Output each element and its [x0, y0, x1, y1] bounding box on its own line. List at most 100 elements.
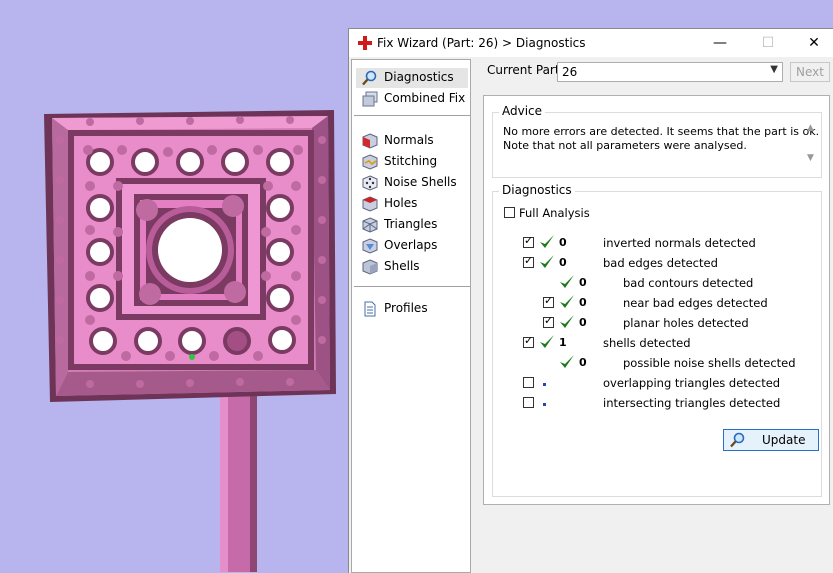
nav-label: Triangles — [384, 217, 438, 231]
3d-viewport[interactable] — [0, 0, 350, 572]
green-check-icon — [540, 235, 554, 248]
next-button: Next — [790, 62, 830, 82]
nav-item-stitching[interactable]: Stitching — [356, 152, 468, 172]
advice-line-1: No more errors are detected. It seems th… — [503, 125, 820, 138]
diag-checkbox[interactable] — [523, 397, 534, 408]
title-bar[interactable]: Fix Wizard (Part: 26) > Diagnostics — ☐ … — [349, 29, 833, 57]
green-check-icon — [560, 355, 574, 368]
dialog-client: Diagnostics Combined Fix Normals Stitchi… — [349, 57, 833, 573]
nav-label: Noise Shells — [384, 175, 457, 189]
diag-count: 0 — [579, 356, 587, 369]
nav-item-normals[interactable]: Normals — [356, 131, 468, 151]
hole-cube-icon — [362, 196, 378, 212]
diag-label: bad edges detected — [603, 256, 718, 270]
red-cross-icon — [358, 36, 372, 50]
nav-separator — [354, 115, 470, 116]
cube-normals-icon — [362, 133, 378, 149]
nav-label: Shells — [384, 259, 420, 273]
diag-label: possible noise shells detected — [623, 356, 796, 370]
current-part-label: Current Part: — [487, 63, 564, 77]
magnifier-icon — [730, 432, 745, 448]
nav-item-noise-shells[interactable]: Noise Shells — [356, 173, 468, 193]
window-title: Fix Wizard (Part: 26) > Diagnostics — [377, 36, 586, 50]
stack-icon — [362, 91, 378, 107]
diag-checkbox[interactable]: ✓ — [523, 254, 534, 268]
pending-dot-icon — [543, 383, 546, 386]
diag-count: 0 — [579, 316, 587, 329]
diag-checkbox[interactable]: ✓ — [523, 234, 534, 248]
full-analysis-checkbox[interactable] — [504, 207, 515, 218]
diag-label: shells detected — [603, 336, 691, 350]
green-check-icon — [560, 295, 574, 308]
stitching-icon — [362, 154, 378, 170]
green-check-icon — [560, 275, 574, 288]
green-check-icon — [540, 335, 554, 348]
advice-title: Advice — [499, 104, 546, 118]
diag-count: 0 — [559, 256, 567, 269]
nav-item-diagnostics[interactable]: Diagnostics — [356, 68, 468, 88]
diag-label: near bad edges detected — [623, 296, 768, 310]
diag-label: intersecting triangles detected — [603, 396, 781, 410]
current-part-value: 26 — [562, 65, 578, 79]
diag-label: bad contours detected — [623, 276, 754, 290]
diag-checkbox[interactable]: ✓ — [543, 294, 554, 308]
green-check-icon — [540, 255, 554, 268]
dice-icon — [362, 175, 378, 191]
nav-panel: Diagnostics Combined Fix Normals Stitchi… — [351, 59, 471, 573]
diag-count: 0 — [579, 276, 587, 289]
diag-label: overlapping triangles detected — [603, 376, 781, 390]
nav-label: Combined Fix — [384, 91, 466, 105]
diag-checkbox[interactable]: ✓ — [523, 334, 534, 348]
check-icon: ✓ — [524, 334, 534, 347]
nav-label: Normals — [384, 133, 434, 147]
diag-checkbox[interactable] — [523, 377, 534, 388]
diag-count: 1 — [559, 336, 567, 349]
advice-group: Advice No more errors are detected. It s… — [492, 104, 822, 178]
update-label: Update — [762, 433, 806, 447]
nav-item-profiles[interactable]: Profiles — [356, 299, 468, 319]
scroll-down-icon: ▼ — [807, 153, 814, 163]
nav-item-shells[interactable]: Shells — [356, 257, 468, 277]
nav-item-holes[interactable]: Holes — [356, 194, 468, 214]
update-button[interactable]: Update — [723, 429, 819, 451]
diag-label: planar holes detected — [623, 316, 749, 330]
nav-item-triangles[interactable]: Triangles — [356, 215, 468, 235]
magnifier-icon — [362, 70, 377, 86]
diagnostics-panel: Advice No more errors are detected. It s… — [483, 95, 830, 505]
full-analysis-label: Full Analysis — [519, 206, 590, 220]
overlap-cube-icon — [362, 238, 378, 254]
chevron-down-icon: ▼ — [770, 64, 778, 75]
3d-model — [44, 110, 336, 572]
diag-label: inverted normals detected — [603, 236, 756, 250]
diag-count: 0 — [579, 296, 587, 309]
nav-label: Stitching — [384, 154, 438, 168]
nav-separator — [354, 286, 470, 287]
maximize-button: ☐ — [761, 35, 775, 51]
triangle-cube-icon — [362, 217, 378, 233]
advice-scrollbar[interactable]: ▲ ▼ — [805, 123, 819, 169]
fix-wizard-window: Fix Wizard (Part: 26) > Diagnostics — ☐ … — [348, 28, 833, 573]
content-area: Current Part: 26 ▼ Next Advice No more e… — [477, 57, 833, 573]
pending-dot-icon — [543, 403, 546, 406]
diagnostics-group: Diagnostics Full Analysis ✓ 0 inverted nor… — [492, 183, 822, 497]
minimize-button[interactable]: — — [697, 29, 743, 57]
nav-label: Profiles — [384, 301, 428, 315]
nav-item-overlaps[interactable]: Overlaps — [356, 236, 468, 256]
check-icon: ✓ — [544, 294, 554, 307]
nav-item-combined-fix[interactable]: Combined Fix — [356, 89, 468, 109]
check-icon: ✓ — [544, 314, 554, 327]
advice-text: No more errors are detected. It seems th… — [503, 125, 821, 171]
diagnostics-title: Diagnostics — [499, 183, 575, 197]
green-check-icon — [560, 315, 574, 328]
check-icon: ✓ — [524, 234, 534, 247]
nav-label: Diagnostics — [384, 70, 454, 84]
check-icon: ✓ — [524, 254, 534, 267]
close-button[interactable]: ✕ — [791, 29, 833, 57]
diag-checkbox[interactable]: ✓ — [543, 314, 554, 328]
nav-label: Holes — [384, 196, 418, 210]
shell-cube-icon — [362, 259, 378, 275]
document-icon — [364, 301, 376, 317]
current-part-select[interactable]: 26 ▼ — [557, 62, 783, 82]
advice-line-2: Note that not all parameters were analys… — [503, 139, 747, 152]
diag-count: 0 — [559, 236, 567, 249]
